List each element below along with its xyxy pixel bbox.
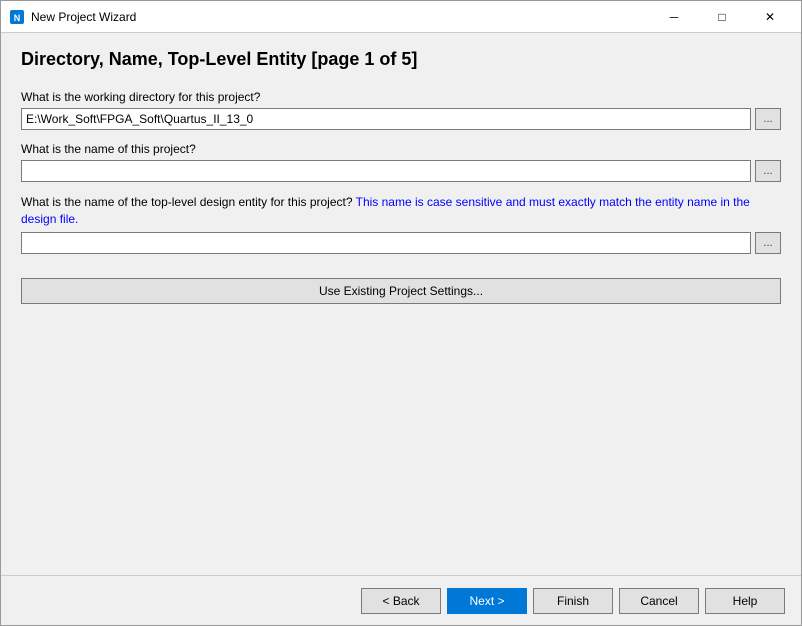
help-button[interactable]: Help (705, 588, 785, 614)
app-icon: N (9, 9, 25, 25)
project-name-input-row: ... (21, 160, 781, 182)
project-name-browse-button[interactable]: ... (755, 160, 781, 182)
project-name-label: What is the name of this project? (21, 142, 781, 156)
project-name-group: What is the name of this project? ... (21, 142, 781, 182)
window-controls: ─ □ ✕ (651, 2, 793, 32)
use-existing-button[interactable]: Use Existing Project Settings... (21, 278, 781, 304)
working-dir-input[interactable] (21, 108, 751, 130)
svg-text:N: N (14, 13, 21, 23)
close-button[interactable]: ✕ (747, 2, 793, 32)
working-dir-label: What is the working directory for this p… (21, 90, 781, 104)
maximize-button[interactable]: □ (699, 2, 745, 32)
top-level-browse-button[interactable]: ... (755, 232, 781, 254)
working-dir-group: What is the working directory for this p… (21, 90, 781, 130)
working-dir-browse-button[interactable]: ... (755, 108, 781, 130)
finish-button[interactable]: Finish (533, 588, 613, 614)
wizard-window: N New Project Wizard ─ □ ✕ Directory, Na… (0, 0, 802, 626)
wizard-footer: < Back Next > Finish Cancel Help (1, 575, 801, 625)
next-button[interactable]: Next > (447, 588, 527, 614)
window-title: New Project Wizard (31, 10, 651, 24)
wizard-content: Directory, Name, Top-Level Entity [page … (1, 33, 801, 575)
working-dir-input-row: ... (21, 108, 781, 130)
cancel-button[interactable]: Cancel (619, 588, 699, 614)
title-bar: N New Project Wizard ─ □ ✕ (1, 1, 801, 33)
top-level-group: What is the name of the top-level design… (21, 194, 781, 254)
back-button[interactable]: < Back (361, 588, 441, 614)
page-title: Directory, Name, Top-Level Entity [page … (21, 49, 781, 70)
top-level-input[interactable] (21, 232, 751, 254)
minimize-button[interactable]: ─ (651, 2, 697, 32)
top-level-label-part1: What is the name of the top-level design… (21, 195, 353, 209)
project-name-input[interactable] (21, 160, 751, 182)
top-level-label: What is the name of the top-level design… (21, 194, 781, 228)
top-level-input-row: ... (21, 232, 781, 254)
